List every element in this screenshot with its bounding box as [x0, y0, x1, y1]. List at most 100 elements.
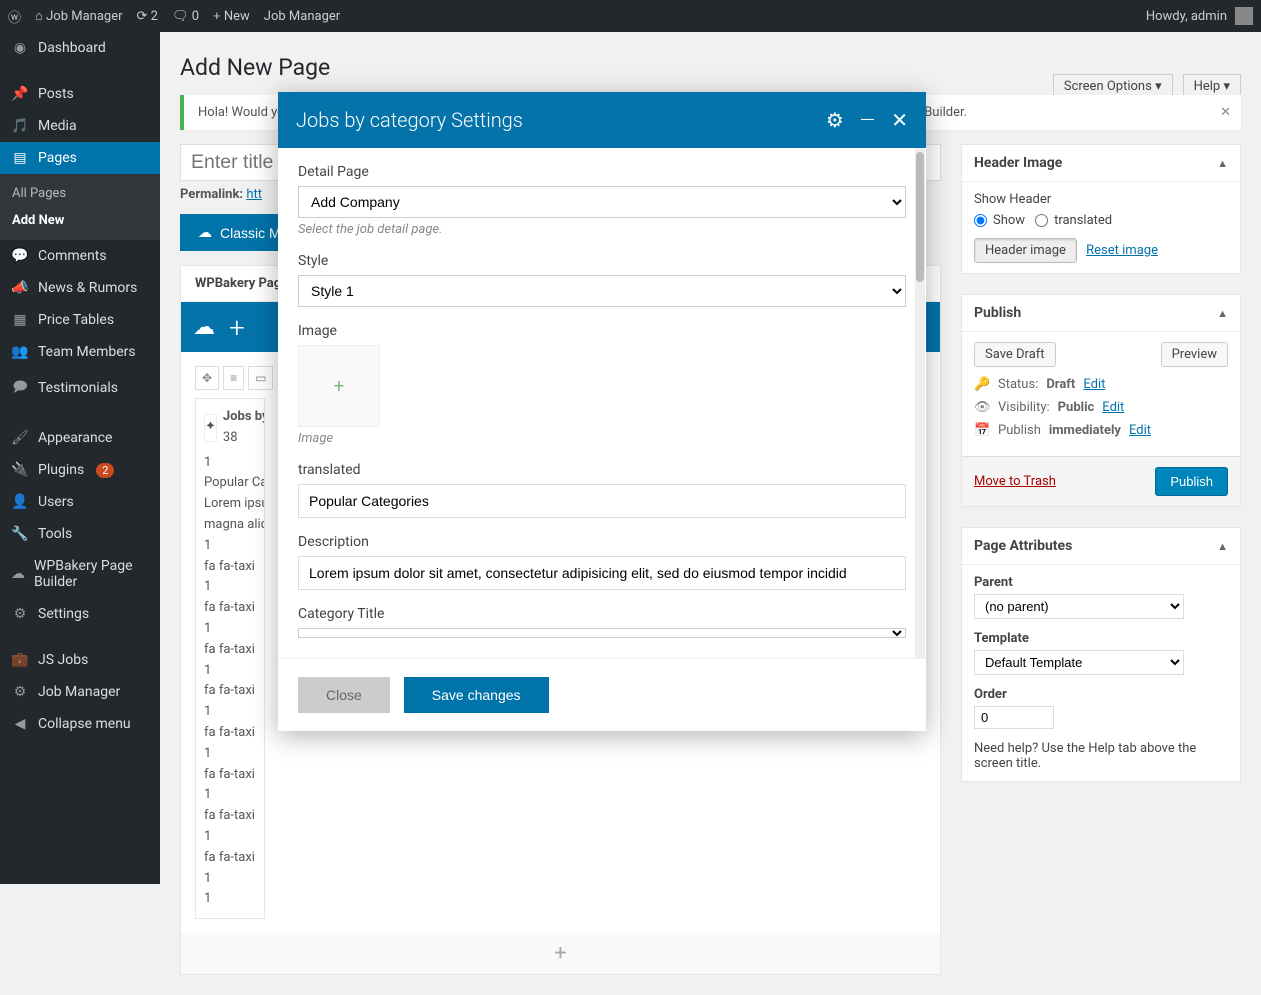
menu-appearance[interactable]: 🖌Appearance — [0, 422, 160, 454]
chevron-down-icon: ▾ — [1223, 79, 1230, 94]
box-toggle-icon[interactable]: ▲ — [1217, 540, 1228, 553]
modal-gear-icon[interactable]: ⚙ — [826, 108, 844, 132]
avatar-icon[interactable] — [1235, 7, 1253, 25]
menu-wpbakery[interactable]: ☁WPBakery Page Builder — [0, 550, 160, 598]
menu-pages[interactable]: ▤Pages — [0, 142, 160, 174]
row-layout-icon[interactable]: ≡ — [223, 366, 244, 390]
order-input[interactable] — [974, 706, 1054, 729]
plugin-icon: 🔌 — [10, 462, 30, 478]
wp-logo-icon[interactable]: ⓦ — [8, 7, 21, 26]
page-link[interactable]: Job Manager — [264, 9, 340, 24]
sliders-icon: ⚙ — [10, 606, 30, 622]
save-draft-button[interactable]: Save Draft — [974, 342, 1056, 367]
vc-add-element-icon[interactable]: + — [229, 311, 245, 344]
menu-job-manager[interactable]: ⚙Job Manager — [0, 676, 160, 708]
brush-icon: 🖌 — [10, 430, 30, 446]
attrs-help-text: Need help? Use the Help tab above the sc… — [974, 741, 1228, 771]
media-icon: 🎵 — [10, 118, 30, 134]
wrench-icon: 🔧 — [10, 526, 30, 542]
admin-bar: ⓦ ⌂ Job Manager ⟳ 2 🗨 0 + New Job Manage… — [0, 0, 1261, 32]
image-label: Image — [298, 323, 906, 339]
edit-status-link[interactable]: Edit — [1083, 377, 1105, 392]
translated-input[interactable] — [298, 484, 906, 518]
menu-plugins[interactable]: 🔌Plugins2 — [0, 454, 160, 486]
publish-box: Publish▲ Save Draft Preview 🔑Status: Dra… — [961, 294, 1241, 507]
pages-submenu: All Pages Add New — [0, 174, 160, 240]
key-icon: 🔑 — [974, 377, 990, 392]
menu-jsjobs[interactable]: 💼JS Jobs — [0, 644, 160, 676]
box-toggle-icon[interactable]: ▲ — [1217, 307, 1228, 320]
menu-users[interactable]: 👤Users — [0, 486, 160, 518]
preview-button[interactable]: Preview — [1161, 342, 1228, 367]
move-to-trash-link[interactable]: Move to Trash — [974, 474, 1056, 489]
edit-date-link[interactable]: Edit — [1129, 423, 1151, 438]
dashboard-icon: ◉ — [10, 40, 30, 56]
detail-page-label: Detail Page — [298, 164, 906, 180]
category-title-label: Category Title — [298, 606, 906, 622]
comments-link[interactable]: 🗨 0 — [172, 8, 199, 24]
row-layout2-icon[interactable]: ▭ — [248, 366, 273, 390]
detail-page-select[interactable]: Add Company — [298, 186, 906, 218]
category-title-select[interactable] — [298, 628, 906, 638]
group-icon: 👥 — [10, 344, 30, 360]
pin-icon: 📌 — [10, 86, 30, 102]
home-link[interactable]: ⌂ Job Manager — [35, 8, 122, 24]
publish-button[interactable]: Publish — [1155, 467, 1228, 496]
menu-team[interactable]: 👥Team Members — [0, 336, 160, 368]
chevron-down-icon: ▾ — [1155, 79, 1162, 94]
vc-element[interactable]: ✦ Jobs by category 38 1Popular Categorie… — [195, 398, 265, 919]
detail-page-help: Select the job detail page. — [298, 222, 906, 237]
menu-tools[interactable]: 🔧Tools — [0, 518, 160, 550]
eye-icon: 👁 — [974, 400, 990, 415]
row-move-icon[interactable]: ✥ — [195, 366, 219, 390]
menu-collapse[interactable]: ◀Collapse menu — [0, 708, 160, 740]
menu-media[interactable]: 🎵Media — [0, 110, 160, 142]
image-add-button[interactable]: + — [298, 345, 380, 427]
header-image-button[interactable]: Header image — [974, 238, 1077, 263]
vc-logo-icon: ☁ — [193, 315, 215, 340]
menu-testimonials[interactable]: 🗩Testimonials — [0, 368, 160, 408]
menu-comments[interactable]: 💬Comments — [0, 240, 160, 272]
menu-news[interactable]: 📣News & Rumors — [0, 272, 160, 304]
cloud-icon: ☁ — [10, 566, 26, 582]
description-label: Description — [298, 534, 906, 550]
howdy-text[interactable]: Howdy, admin — [1146, 9, 1227, 24]
modal-body: Detail Page Add Company Select the job d… — [278, 148, 926, 658]
add-row-button[interactable]: + — [181, 933, 940, 974]
style-select[interactable]: Style 1 — [298, 275, 906, 307]
plus-icon: + — [334, 376, 344, 397]
modal-close-button[interactable]: Close — [298, 677, 390, 713]
modal-close-icon[interactable]: ✕ — [891, 108, 908, 132]
collapse-icon: ◀ — [10, 716, 30, 732]
permalink-link[interactable]: htt — [246, 187, 262, 202]
submenu-all-pages[interactable]: All Pages — [0, 180, 160, 207]
testimonial-icon: 🗩 — [10, 376, 30, 400]
show-radio[interactable] — [974, 214, 987, 227]
image-help: Image — [298, 431, 906, 446]
new-link[interactable]: + New — [213, 8, 250, 24]
edit-visibility-link[interactable]: Edit — [1102, 400, 1124, 415]
modal-save-button[interactable]: Save changes — [404, 677, 549, 713]
translated-radio[interactable] — [1035, 214, 1048, 227]
menu-settings[interactable]: ⚙Settings — [0, 598, 160, 630]
modal-scrollbar[interactable] — [916, 152, 924, 282]
updates-link[interactable]: ⟳ 2 — [137, 8, 158, 24]
menu-price-tables[interactable]: ▦Price Tables — [0, 304, 160, 336]
box-toggle-icon[interactable]: ▲ — [1217, 157, 1228, 170]
show-header-label: Show Header — [974, 192, 1228, 207]
dismiss-notice-icon[interactable]: ✕ — [1220, 105, 1231, 120]
reset-image-link[interactable]: Reset image — [1086, 243, 1158, 258]
calendar-icon: 📅 — [974, 423, 990, 438]
submenu-add-new[interactable]: Add New — [0, 207, 160, 234]
description-input[interactable] — [298, 556, 906, 590]
modal-minimize-icon[interactable]: — — [860, 108, 875, 132]
modal-footer: Close Save changes — [278, 658, 926, 731]
comment-icon: 💬 — [10, 248, 30, 264]
parent-select[interactable]: (no parent) — [974, 594, 1184, 619]
header-image-box: Header Image▲ Show Header Show translate… — [961, 144, 1241, 274]
template-select[interactable]: Default Template — [974, 650, 1184, 675]
settings-modal: Jobs by category Settings ⚙ — ✕ Detail P… — [278, 92, 926, 731]
menu-dashboard[interactable]: ◉Dashboard — [0, 32, 160, 64]
admin-menu: ◉Dashboard 📌Posts 🎵Media ▤Pages All Page… — [0, 32, 160, 884]
menu-posts[interactable]: 📌Posts — [0, 78, 160, 110]
